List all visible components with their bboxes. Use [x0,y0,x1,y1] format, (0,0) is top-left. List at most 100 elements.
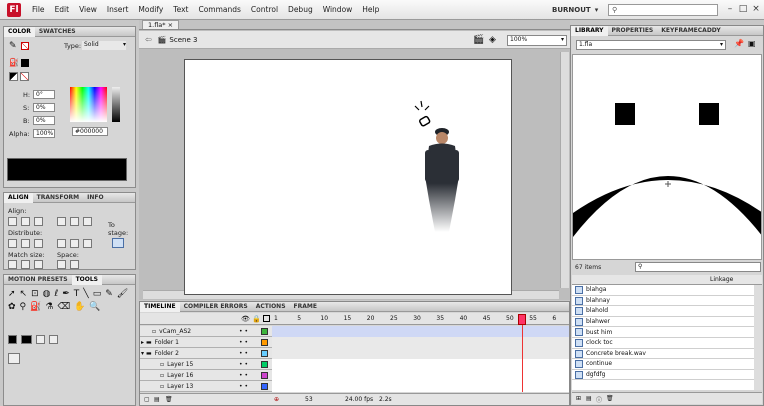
h-field[interactable]: 0° [33,90,55,99]
menu-debug[interactable]: Debug [283,5,318,14]
tab-library[interactable]: LIBRARY [571,25,608,36]
layer-row[interactable]: ▾ ▬ Folder 2 • • [140,348,272,359]
swap-colors-icon[interactable] [36,335,45,344]
tab-tools[interactable]: TOOLS [71,274,103,285]
align-left-icon[interactable] [8,217,17,226]
match-height-icon[interactable] [21,260,30,269]
layer-visibility-dots[interactable]: • • [239,328,261,335]
align-right-icon[interactable] [34,217,43,226]
back-arrow-icon[interactable]: ⇦ [145,35,152,44]
space-horizontal-icon[interactable] [70,260,79,269]
stage-vertical-scrollbar[interactable] [560,52,569,288]
free-transform-tool-icon[interactable]: ⊡ [31,289,39,299]
library-scrollbar[interactable] [754,285,762,390]
menu-file[interactable]: File [27,5,50,14]
type-select[interactable]: Solid ▾ [82,41,126,50]
layer-visibility-dots[interactable]: • • [239,372,261,379]
new-library-icon[interactable]: ▣ [748,39,756,48]
default-colors-icon[interactable] [49,335,58,344]
hand-tool-icon[interactable]: ✋ [74,302,85,312]
align-h-center-icon[interactable] [21,217,30,226]
tab-align[interactable]: ALIGN [4,192,33,203]
s-field[interactable]: 0% [33,103,55,112]
align-v-center-icon[interactable] [70,217,79,226]
fill-swatch[interactable] [21,335,32,344]
library-item[interactable]: bust him [572,327,754,338]
stage-canvas[interactable] [184,59,512,295]
close-tab-icon[interactable]: × [168,21,173,29]
menu-commands[interactable]: Commands [193,5,245,14]
menu-control[interactable]: Control [246,5,283,14]
eye-icon[interactable]: 👁 [241,315,250,323]
bone-tool-icon[interactable]: ⚲ [20,302,27,312]
color-spectrum-picker[interactable] [70,87,107,122]
color-swap-buttons[interactable] [9,72,35,82]
menu-edit[interactable]: Edit [50,5,75,14]
lock-icon[interactable]: 🔒 [252,315,261,323]
text-tool-icon[interactable]: T [74,289,80,299]
help-search-input[interactable]: ⚲ [608,4,718,16]
scene-label[interactable]: Scene 3 [169,36,197,44]
rectangle-tool-icon[interactable]: ▭ [93,289,102,299]
linkage-column-header[interactable]: Linkage [710,276,733,283]
frame-grid[interactable] [272,314,569,392]
workspace-switcher[interactable]: BURNOUT ▾ [552,4,598,16]
lasso-tool-icon[interactable]: ℓ [55,289,59,299]
selection-tool-icon[interactable]: ➚ [8,289,16,299]
deco-tool-icon[interactable]: ✿ [8,302,16,312]
layer-color-swatch[interactable] [261,349,268,357]
delete-icon[interactable]: 🗑 [606,395,614,402]
playhead[interactable] [518,314,526,325]
delete-layer-icon[interactable]: 🗑 [165,396,173,403]
frame-rate[interactable]: 24.00 fps [345,396,373,403]
pin-icon[interactable]: 📌 [734,39,744,48]
zoom-tool-icon[interactable]: 🔍 [89,302,100,312]
maximize-button[interactable]: □ [737,3,749,15]
layer-visibility-dots[interactable]: • • [239,350,261,357]
layer-color-swatch[interactable] [261,360,268,368]
menu-text[interactable]: Text [168,5,193,14]
tab-actions[interactable]: ACTIONS [252,302,290,312]
new-layer-icon[interactable]: ▢ [144,396,150,403]
brush-tool-icon[interactable]: 🖌 [117,289,128,299]
properties-icon[interactable]: ⓘ [596,395,602,404]
menu-view[interactable]: View [74,5,102,14]
tab-keyframecaddy[interactable]: KEYFRAMECADDY [657,26,724,36]
center-frame-icon[interactable]: ⊕ [274,396,279,403]
distribute-right-icon[interactable] [83,239,92,248]
layer-visibility-dots[interactable]: • • [239,361,261,368]
layer-row[interactable]: ▫ Layer 16 • • [140,370,272,381]
layer-row[interactable]: ▫ Layer 15 • • [140,359,272,370]
library-item[interactable]: Concrete break.wav [572,348,754,360]
no-color-icon[interactable] [20,72,29,81]
layer-visibility-dots[interactable]: • • [239,383,261,390]
layer-row[interactable]: ▸ ▬ Folder 1 • • [140,337,272,348]
edit-symbols-icon[interactable]: ◈ [489,35,496,45]
space-vertical-icon[interactable] [57,260,66,269]
new-symbol-icon[interactable]: ⊞ [576,395,581,402]
layer-color-swatch[interactable] [261,382,268,390]
edit-scene-icon[interactable]: 🎬 [473,35,484,45]
library-item[interactable]: blahwer [572,316,754,328]
tab-transform[interactable]: TRANSFORM [33,193,84,203]
outline-icon[interactable] [263,315,270,322]
eraser-tool-icon[interactable]: ⌫ [57,302,70,312]
distribute-bottom-icon[interactable] [34,239,43,248]
library-item[interactable]: clock toc [572,337,754,349]
stroke-color-well[interactable]: ✎ [9,41,31,51]
minimize-button[interactable]: – [724,3,736,15]
line-tool-icon[interactable]: ╲ [83,289,88,299]
distribute-h-center-icon[interactable] [70,239,79,248]
distribute-left-icon[interactable] [57,239,66,248]
library-item[interactable]: blahold [572,306,754,317]
document-tab[interactable]: 1.fla* × [142,20,180,29]
menu-help[interactable]: Help [357,5,384,14]
b-field[interactable]: 0% [33,116,55,125]
stroke-swatch[interactable] [8,335,17,344]
hex-field[interactable]: #000000 [72,127,108,136]
black-white-icon[interactable] [9,72,18,81]
library-search-input[interactable]: ⚲ [635,262,761,272]
distribute-v-center-icon[interactable] [21,239,30,248]
layer-row[interactable]: ▫ vCam_AS2 • • [140,326,272,337]
layer-color-swatch[interactable] [261,371,268,379]
